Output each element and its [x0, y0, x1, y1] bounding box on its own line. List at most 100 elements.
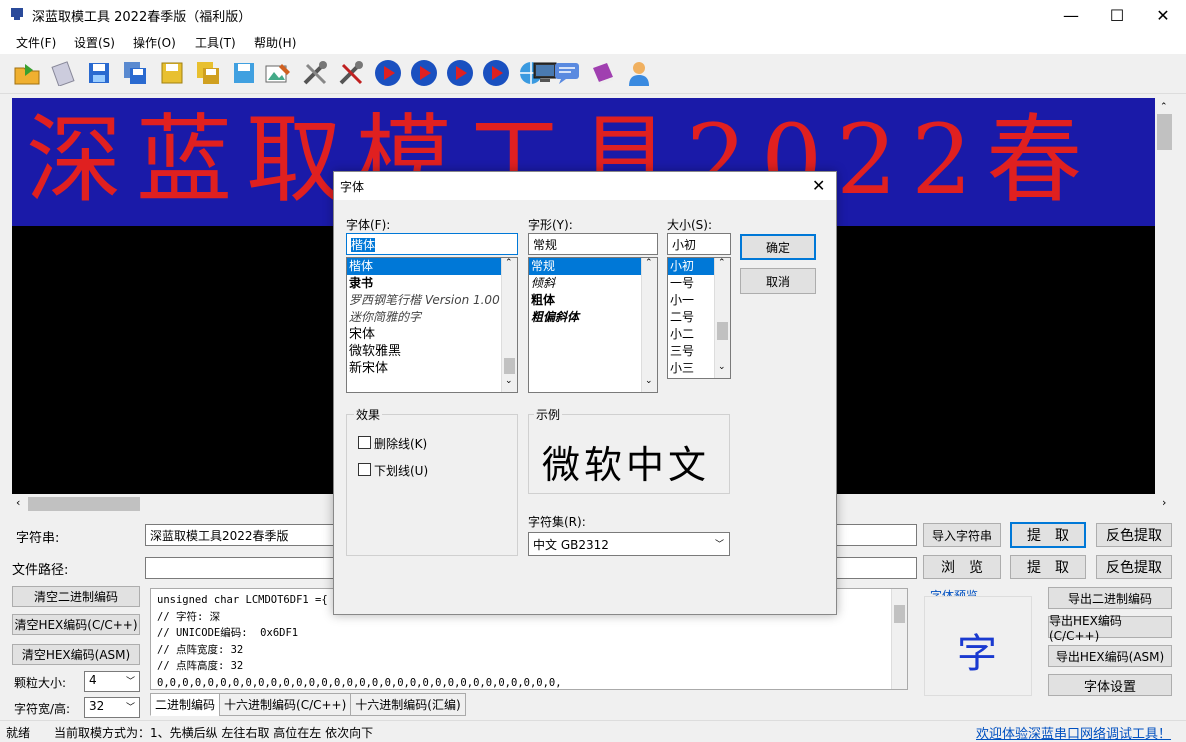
invert-extract-file-button[interactable]: 反色提取 [1096, 555, 1172, 579]
app-icon [10, 7, 24, 21]
menu-tools[interactable]: 工具(T) [195, 34, 236, 51]
char-size-select[interactable]: 32 ﹀ [84, 697, 140, 718]
menu-settings[interactable]: 设置(S) [74, 34, 115, 51]
list-item[interactable]: 迷你简雅的字 [347, 309, 517, 326]
scroll-up-icon[interactable]: ⌃ [1160, 102, 1168, 112]
invert-extract-button[interactable]: 反色提取 [1096, 523, 1172, 547]
play-4-icon[interactable] [481, 58, 511, 88]
export-binary-button[interactable]: 导出二进制编码 [1048, 587, 1172, 609]
dialog-ok-button[interactable]: 确定 [740, 234, 816, 260]
clear-hex-asm-button[interactable]: 清空HEX编码(ASM) [12, 644, 140, 665]
strikethrough-label: 删除线(K) [374, 437, 428, 451]
code-line: // 点阵高度: 32 [157, 660, 244, 672]
status-mode: 当前取模方式为：1、先横后纵 左往右取 高位在左 依次向下 [54, 726, 374, 740]
code-line: 0,0,0,0,0,0,0,0,0,0,0,0,0,0,0,0,0,0,0,0,… [157, 676, 562, 689]
list-item[interactable]: 隶书 [347, 275, 517, 292]
scroll-thumb[interactable] [717, 322, 728, 340]
sample-label: 示例 [534, 406, 563, 423]
book-icon[interactable] [588, 58, 618, 88]
clear-binary-button[interactable]: 清空二进制编码 [12, 586, 140, 607]
dialog-title-bar: 字体 ✕ [334, 172, 836, 200]
font-family-value: 楷体 [351, 238, 376, 252]
font-size-list[interactable]: 小初 一号 小一 二号 小二 三号 小三 ⌃ ⌄ [667, 257, 731, 379]
save-disk-icon[interactable] [157, 58, 187, 88]
list-item[interactable]: 粗偏斜体 [529, 309, 657, 326]
tools-icon[interactable] [300, 58, 330, 88]
tab-hex-c[interactable]: 十六进制编码(C/C++) [219, 693, 352, 716]
export-hex-asm-button[interactable]: 导出HEX编码(ASM) [1048, 645, 1172, 667]
charset-select[interactable]: 中文 GB2312 ﹀ [528, 532, 730, 556]
font-list-scrollbar[interactable]: ⌃ ⌄ [501, 258, 517, 392]
browse-button[interactable]: 浏 览 [923, 555, 1001, 579]
save-all-icon[interactable] [120, 58, 150, 88]
tab-hex-asm[interactable]: 十六进制编码(汇编) [350, 693, 466, 716]
list-item[interactable]: 新宋体 [347, 360, 517, 377]
user-icon[interactable] [624, 58, 654, 88]
code-scroll-thumb[interactable] [894, 605, 905, 623]
font-family-list[interactable]: 楷体 隶书 罗西钢笔行楷 Version 1.00 迷你简雅的字 宋体 微软雅黑… [346, 257, 518, 393]
font-family-input[interactable]: 楷体 [346, 233, 518, 255]
code-line: // UNICODE编码: 0x6DF1 [157, 627, 299, 639]
dialog-cancel-button[interactable]: 取消 [740, 268, 816, 294]
font-family-label: 字体(F): [346, 218, 391, 232]
strikethrough-checkbox[interactable] [358, 436, 371, 449]
underline-checkbox[interactable] [358, 463, 371, 476]
clear-hex-c-button[interactable]: 清空HEX编码(C/C++) [12, 614, 140, 635]
image-edit-icon[interactable] [263, 58, 293, 88]
dialog-close-icon[interactable]: ✕ [812, 176, 825, 195]
style-list-scrollbar[interactable]: ⌃ ⌄ [641, 258, 657, 392]
char-size-value: 32 [89, 699, 105, 713]
save-multi-icon[interactable] [193, 58, 223, 88]
size-list-scrollbar[interactable]: ⌃ ⌄ [714, 258, 730, 378]
menu-file[interactable]: 文件(F) [16, 34, 56, 51]
minimize-button[interactable]: — [1048, 0, 1094, 30]
list-item[interactable]: 楷体 [347, 258, 517, 275]
tab-binary[interactable]: 二进制编码 [150, 693, 221, 716]
export-hex-c-button[interactable]: 导出HEX编码(C/C++) [1048, 614, 1172, 643]
font-style-list[interactable]: 常规 倾斜 粗体 粗偏斜体 ⌃ ⌄ [528, 257, 658, 393]
chevron-down-icon: ﹀ [125, 703, 135, 713]
menu-bar: 文件(F) 设置(S) 操作(O) 工具(T) 帮助(H) [0, 30, 1186, 54]
import-string-button[interactable]: 导入字符串 [923, 523, 1001, 547]
close-button[interactable]: ✕ [1140, 0, 1186, 30]
scroll-thumb[interactable] [1157, 114, 1172, 150]
scroll-right-icon[interactable]: › [1162, 496, 1166, 509]
font-style-input[interactable]: 常规 [528, 233, 658, 255]
play-3-icon[interactable] [445, 58, 475, 88]
play-2-icon[interactable] [409, 58, 439, 88]
open-folder-icon[interactable] [12, 58, 42, 88]
extract-button[interactable]: 提 取 [1010, 522, 1086, 548]
list-item[interactable]: 常规 [529, 258, 657, 275]
save-icon[interactable] [84, 58, 114, 88]
code-line: // 点阵宽度: 32 [157, 643, 244, 656]
scroll-left-icon[interactable]: ‹ [16, 496, 20, 509]
new-file-icon[interactable] [47, 58, 77, 88]
display-vertical-scrollbar[interactable]: ⌃ [1155, 98, 1174, 494]
scroll-thumb[interactable] [504, 358, 515, 374]
menu-operation[interactable]: 操作(O) [133, 34, 176, 51]
list-item[interactable]: 小初 [668, 258, 714, 275]
menu-help[interactable]: 帮助(H) [254, 34, 296, 51]
effects-group [346, 414, 518, 556]
list-item[interactable]: 罗西钢笔行楷 Version 1.00 [347, 292, 517, 309]
particle-size-select[interactable]: 4 ﹀ [84, 671, 140, 692]
list-item[interactable]: 倾斜 [529, 275, 657, 292]
char-label: 字符串: [16, 531, 60, 546]
font-settings-button[interactable]: 字体设置 [1048, 674, 1172, 696]
message-icon[interactable] [552, 58, 582, 88]
play-1-icon[interactable] [373, 58, 403, 88]
tools-red-icon[interactable] [336, 58, 366, 88]
code-scrollbar[interactable] [891, 589, 907, 689]
window-title: 深蓝取模工具 2022春季版（福利版） [32, 10, 252, 25]
h-scroll-thumb[interactable] [28, 497, 140, 511]
extract-file-button[interactable]: 提 取 [1010, 555, 1086, 579]
status-link[interactable]: 欢迎体验深蓝串口网络调试工具！ [976, 723, 1171, 742]
save-blue-icon[interactable] [229, 58, 259, 88]
list-item[interactable]: 微软雅黑 [347, 343, 517, 360]
dialog-title: 字体 [340, 180, 365, 194]
font-size-input[interactable]: 小初 [667, 233, 731, 255]
list-item[interactable]: 宋体 [347, 326, 517, 343]
path-label: 文件路径: [12, 563, 69, 578]
maximize-button[interactable]: ☐ [1094, 0, 1140, 30]
list-item[interactable]: 粗体 [529, 292, 657, 309]
